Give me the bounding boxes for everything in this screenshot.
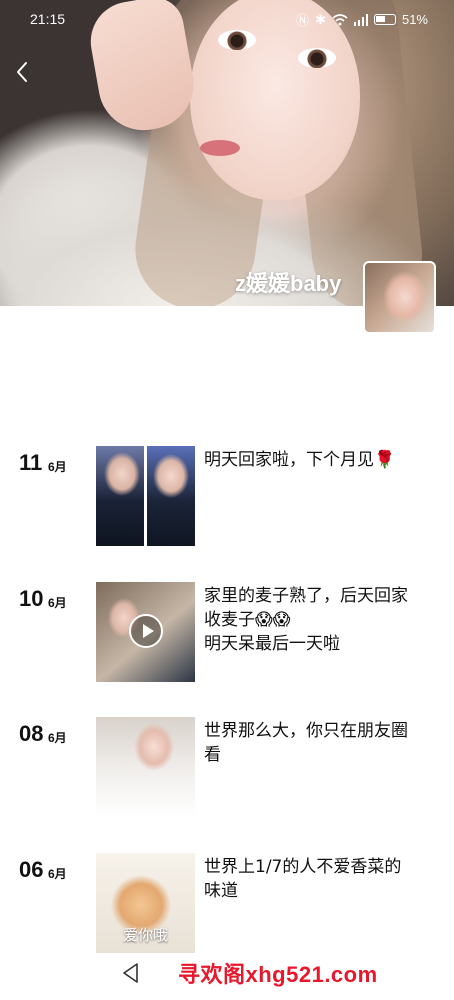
post-date-month: 6月 (48, 731, 67, 745)
post-item[interactable]: 08 6月 世界那么大，你只在朋友圈 看 (0, 717, 454, 817)
post-thumbnail[interactable] (96, 717, 195, 817)
profile-username[interactable]: z媛媛baby (235, 266, 341, 298)
play-icon (129, 614, 163, 648)
post-date-day: 11 (19, 450, 43, 475)
battery-icon (373, 14, 396, 25)
post-text: 明天回家啦，下个月见🌹 (204, 450, 396, 470)
post-date-day: 10 (19, 586, 44, 611)
post-date-day: 06 (19, 857, 44, 882)
system-back-button[interactable] (121, 962, 141, 984)
post-text: 世界那么大，你只在朋友圈 看 (204, 721, 408, 765)
post-date-month: 6月 (48, 596, 67, 610)
post-item[interactable]: 10 6月 家里的麦子熟了，后天回家 收麦子😱😱 明天呆最后一天啦 (0, 582, 454, 682)
post-thumbnail[interactable] (96, 446, 195, 546)
status-time: 21:15 (30, 11, 66, 27)
post-date-month: 6月 (48, 460, 67, 474)
status-icons: Ⓝ ✱ 51% (296, 10, 428, 29)
post-item[interactable]: 06 6月 爱你哦 世界上1/7的人不爱香菜的 味道 (0, 853, 454, 953)
status-bar: 21:15 Ⓝ ✱ 51% (0, 0, 454, 36)
profile-avatar[interactable] (363, 261, 436, 334)
wifi-icon (332, 13, 348, 25)
cover-photo-eye-right (298, 48, 336, 68)
triangle-back-icon (123, 963, 138, 983)
post-date-day: 08 (19, 721, 44, 746)
back-button[interactable] (14, 60, 38, 88)
post-photo-2 (147, 446, 195, 546)
post-item[interactable]: 11 6月 明天回家啦，下个月见🌹 (0, 446, 454, 546)
post-thumbnail[interactable]: 爱你哦 (96, 853, 195, 953)
post-video-thumbnail[interactable] (96, 582, 195, 682)
watermark-text: 寻欢阁xhg521.com (178, 962, 378, 987)
bluetooth-icon: ✱ (315, 11, 326, 27)
nfc-icon: Ⓝ (296, 13, 310, 28)
post-photo-1 (96, 446, 144, 546)
chevron-left-icon (17, 62, 27, 82)
battery-percent: 51% (401, 12, 428, 27)
post-text: 世界上1/7的人不爱香菜的 味道 (204, 857, 402, 901)
thumbnail-caption: 爱你哦 (122, 926, 168, 944)
cover-photo-lips (200, 140, 240, 156)
post-text: 家里的麦子熟了，后天回家 收麦子😱😱 明天呆最后一天啦 (204, 586, 408, 654)
signal-icon (353, 13, 368, 26)
post-date-month: 6月 (48, 867, 67, 881)
